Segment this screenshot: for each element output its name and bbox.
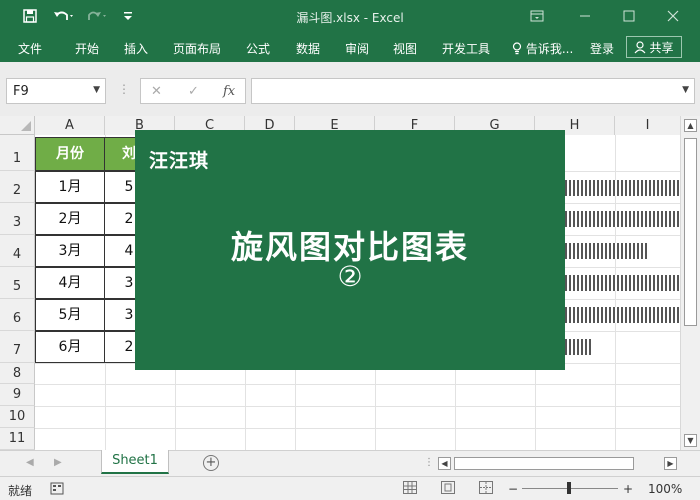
chart-bar-row-1[interactable] [565,180,679,196]
column-header-a[interactable]: A [35,116,105,135]
row-header-1[interactable]: 1 [0,135,35,171]
tab-view[interactable]: 视图 [393,40,417,57]
normal-view-icon[interactable] [403,481,417,494]
macro-record-icon[interactable] [50,482,64,498]
row-header-3[interactable]: 3 [0,203,35,235]
title-bar: 漏斗图.xlsx - Excel [0,0,700,32]
row-header-7[interactable]: 7 [0,331,35,363]
brand-logo-text: 汪汪琪 [149,150,210,172]
month-cell[interactable]: 1月 [35,171,105,203]
name-box[interactable]: F9 ▼ [6,78,106,104]
title-overlay-card: 汪汪琪 旋风图对比图表 ② [135,130,565,370]
tell-me-box[interactable]: 告诉我... [512,40,573,57]
formula-input[interactable]: ▼ [251,78,695,104]
chart-bar-row-4[interactable] [565,275,679,291]
row-header-9[interactable]: 9 [0,384,35,406]
tab-home[interactable]: 开始 [75,40,99,57]
status-ready: 就绪 [8,484,33,498]
formula-buttons: ✕ ✓ fx [140,78,246,104]
ribbon-display-options-icon[interactable] [524,6,550,26]
horizontal-scroll-thumb[interactable] [454,457,634,470]
grid-spacer [0,106,700,116]
grid-line [35,406,680,407]
login-link[interactable]: 登录 [590,40,614,57]
tab-review[interactable]: 审阅 [345,40,369,57]
tell-me-label: 告诉我... [525,42,574,56]
ribbon-tab-bar: 文件 开始 插入 页面布局 公式 数据 审阅 视图 开发工具 告诉我... 登录… [0,32,700,62]
vertical-scroll-thumb[interactable] [684,138,697,326]
expand-formula-icon[interactable]: ▼ [682,85,689,95]
vertical-scrollbar[interactable]: ▲ ▼ [680,116,700,450]
grid-line [35,428,680,429]
chart-bar-row-2[interactable] [565,211,679,227]
tab-file[interactable]: 文件 [18,40,42,57]
month-cell[interactable]: 5月 [35,299,105,331]
row-header-4[interactable]: 4 [0,235,35,267]
scroll-left-icon[interactable]: ◀ [438,457,451,470]
row-header-6[interactable]: 6 [0,299,35,331]
chevron-down-icon[interactable]: ▼ [93,85,100,95]
tab-developer[interactable]: 开发工具 [442,40,490,57]
month-cell[interactable]: 2月 [35,203,105,235]
add-sheet-button[interactable]: + [203,455,219,471]
scroll-down-icon[interactable]: ▼ [684,434,697,447]
close-icon[interactable] [660,6,686,26]
insert-function-icon[interactable]: fx [223,84,235,99]
minimize-icon[interactable] [572,6,598,26]
zoom-level[interactable]: 100% [648,482,682,496]
name-box-value: F9 [13,84,29,99]
column-header-i[interactable]: I [615,116,680,135]
chart-bar-row-5[interactable] [565,307,679,323]
zoom-out-button[interactable]: − [508,482,518,496]
grid-line [35,384,680,385]
page-break-preview-icon[interactable] [479,481,493,494]
sheet-prev-icon[interactable]: ◀ [26,457,34,468]
status-bar: 就绪 − + 100% [0,476,700,500]
select-all-button[interactable] [0,116,35,135]
row-header-5[interactable]: 5 [0,267,35,299]
overlay-number: ② [337,260,363,293]
row-header-11[interactable]: 11 [0,428,35,450]
share-button[interactable]: 共享 [626,36,682,58]
sheet-next-icon[interactable]: ▶ [54,457,62,468]
tab-formulas[interactable]: 公式 [246,40,270,57]
month-cell[interactable]: 3月 [35,235,105,267]
row-header-2[interactable]: 2 [0,171,35,203]
scroll-right-icon[interactable]: ▶ [664,457,677,470]
sheet-tab-bar: ◀ ▶ Sheet1 + ⋮ ◀ ▶ [0,450,700,476]
enter-icon[interactable]: ✓ [188,84,199,99]
tab-split-handle-icon[interactable]: ⋮ [424,457,434,468]
scroll-up-icon[interactable]: ▲ [684,119,697,132]
sheet-tab-sheet1[interactable]: Sheet1 [101,450,169,474]
formula-bar: F9 ▼ ⋮ ✕ ✓ fx ▼ [0,76,700,106]
chart-bar-row-6[interactable] [565,339,591,355]
tab-page-layout[interactable]: 页面布局 [173,40,221,57]
formula-bar-grip-icon[interactable]: ⋮ [118,82,130,96]
month-cell[interactable]: 4月 [35,267,105,299]
zoom-slider-thumb[interactable] [567,482,571,494]
share-label: 共享 [649,40,674,55]
person-icon [635,40,646,53]
horizontal-scrollbar[interactable]: ◀ ▶ [438,457,678,471]
row-header-10[interactable]: 10 [0,406,35,428]
page-layout-view-icon[interactable] [441,481,455,494]
zoom-in-button[interactable]: + [623,482,633,496]
header-cell-month[interactable]: 月份 [35,137,105,171]
maximize-icon[interactable] [616,6,642,26]
chart-bar-row-3[interactable] [565,243,647,259]
row-header-8[interactable]: 8 [0,363,35,384]
ribbon-collapsed-spacer [0,62,700,76]
lightbulb-icon [512,42,522,55]
tab-data[interactable]: 数据 [296,40,320,57]
month-cell[interactable]: 6月 [35,331,105,363]
cancel-icon[interactable]: ✕ [151,84,162,99]
tab-insert[interactable]: 插入 [124,40,148,57]
